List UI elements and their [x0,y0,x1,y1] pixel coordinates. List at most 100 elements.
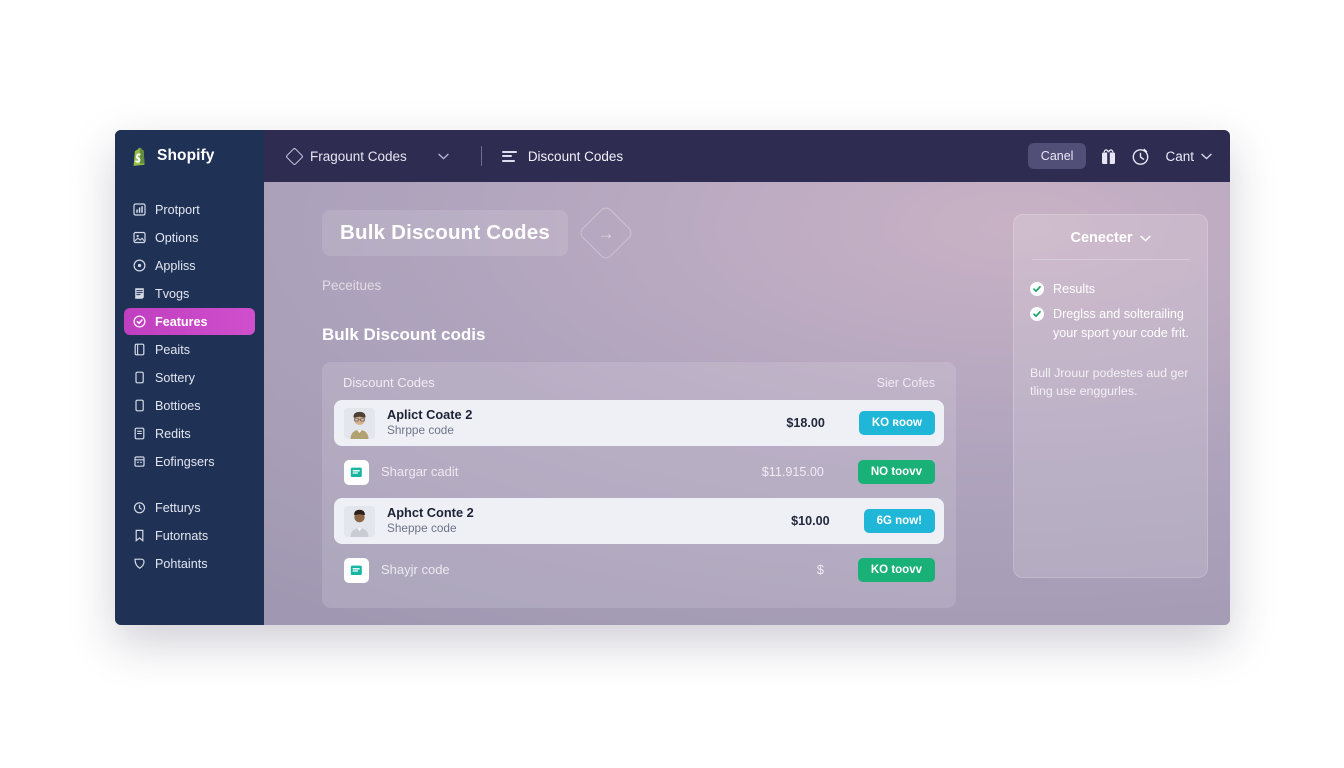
row-text: Shayjr code [381,562,817,578]
nav-divider [480,146,482,166]
sidebar: Protport Options Appliss Tvogs Features … [115,182,264,625]
list-lines-icon [501,150,517,162]
book-icon [133,343,146,356]
nav-fragount-codes-label: Fragount Codes [310,148,407,164]
connector-panel: Cenecter Results Dreglss and solterailin… [1013,214,1208,578]
sidebar-item-redits[interactable]: Redits [124,420,255,447]
gift-bag-icon[interactable] [1101,148,1116,165]
check-circle-icon [1030,307,1044,322]
sidebar-item-label: Tvogs [155,286,190,301]
sidebar-item-label: Features [155,314,208,329]
discount-codes-card: Discount Codes Sier Cofes Aplict Coate 2… [322,362,956,608]
page-title-pill: Bulk Discount Codes [322,210,568,256]
panel-divider [1032,259,1189,260]
sidebar-item-label: Bottioes [155,398,201,413]
sidebar-item-label: Pohtaints [155,556,208,571]
receipt-icon [133,287,146,300]
row-amount: $11.915.00 [761,465,824,479]
screenshot-stage: Shopify Fragount Codes Discount Codes Ca [0,0,1344,768]
card-header: Discount Codes Sier Cofes [334,372,944,400]
image-icon [133,231,146,244]
row-title: Shayjr code [381,561,450,577]
row-action-button[interactable]: KO toovv [857,558,935,582]
row-action-button[interactable]: NO toovv [857,460,935,484]
sidebar-item-features[interactable]: Features [124,308,255,335]
cancel-button[interactable]: Canel [1027,143,1087,169]
table-row[interactable]: Shayjr code $ KO toovv [334,547,944,593]
sidebar-item-label: Eofingsers [155,454,215,469]
check-label: Dreglss and solterailing your sport your… [1053,307,1189,340]
nav-discount-codes-label: Discount Codes [527,148,624,164]
diamond-icon [285,146,304,166]
main-right-column: Cenecter Results Dreglss and solterailin… [995,210,1230,625]
badge-icon [133,315,146,328]
top-bar-actions: Canel Cant [1027,143,1230,169]
table-row[interactable]: Aplict Coate 2 Shrppe code $18.00 KO ʀoo… [334,400,944,446]
chevron-down-icon[interactable] [1139,235,1151,242]
row-action-button[interactable]: KO ʀoow [858,411,935,435]
timer-icon[interactable] [1131,147,1150,166]
tag-icon [133,557,146,570]
top-navigation: Fragount Codes Discount Codes [264,130,1028,182]
row-amount: $18.00 [786,416,825,430]
row-title: Aphct Conte 2 [387,505,474,521]
cart-menu[interactable]: Cant [1165,149,1212,164]
clock-icon [133,501,146,514]
sidebar-item-label: Peaits [155,342,191,357]
nav-discount-codes[interactable]: Discount Codes [501,148,624,164]
calendar-icon [133,455,146,468]
page-title-row: Bulk Discount Codes → [322,204,995,262]
row-text: Aphct Conte 2 Sheppe code [387,505,791,537]
sidebar-item-peaits[interactable]: Peaits [124,336,255,363]
sidebar-item-label: Protport [155,202,200,217]
doc-icon [344,557,369,583]
sidebar-item-futornats[interactable]: Futornats [124,522,255,549]
arrow-glyph: → [597,223,615,243]
panel-header[interactable]: Cenecter [1030,230,1191,259]
sidebar-item-protport[interactable]: Protport [124,196,255,223]
row-subtitle: Shrppe code [387,423,454,438]
panel-paragraph: Bull Jrouur podestes aud ger tling use e… [1030,365,1189,399]
shopify-bag-icon [132,147,149,166]
sidebar-item-sottery[interactable]: Sottery [124,364,255,391]
top-bar: Shopify Fragount Codes Discount Codes Ca [115,130,1230,182]
card-header-title: Discount Codes [343,375,435,390]
sidebar-group-divider [124,476,255,493]
sidebar-item-fetturys[interactable]: Fetturys [124,494,255,521]
file-icon [133,399,146,412]
main-left-column: Bulk Discount Codes → Peceitues Bulk Dis… [264,204,995,625]
note-icon [133,427,146,440]
check-label: Results [1053,282,1095,296]
card-header-action[interactable]: Sier Cofes [877,376,935,390]
chevron-down-icon[interactable] [1201,153,1212,160]
row-action-button[interactable]: 6G now! [863,509,935,533]
avatar [344,407,375,439]
sidebar-item-eofingsers[interactable]: Eofingsers [124,448,255,475]
avatar [344,505,375,537]
sidebar-item-pohtaints[interactable]: Pohtaints [124,550,255,577]
sidebar-item-label: Options [155,230,199,245]
main-content: Bulk Discount Codes → Peceitues Bulk Dis… [264,182,1230,625]
chart-icon [133,203,146,216]
sidebar-item-label: Futornats [155,528,209,543]
row-amount: $10.00 [791,514,830,528]
row-text: Shargar cadit [381,464,762,480]
table-row[interactable]: Shargar cadit $11.915.00 NO toovv [334,449,944,495]
check-circle-icon [1030,282,1044,296]
sidebar-item-label: Fetturys [155,500,201,515]
arrow-right-diamond-icon[interactable]: → [577,204,635,262]
brand-logo[interactable]: Shopify [115,130,264,182]
bookmark-icon [133,529,146,542]
window-body: Protport Options Appliss Tvogs Features … [115,182,1230,625]
sidebar-item-bottioes[interactable]: Bottioes [124,392,255,419]
sidebar-item-options[interactable]: Options [124,224,255,251]
sidebar-item-label: Appliss [155,258,196,273]
target-icon [133,259,146,272]
chevron-down-icon[interactable] [438,153,449,160]
sidebar-item-tvogs[interactable]: Tvogs [124,280,255,307]
section-heading: Bulk Discount codis [322,325,486,344]
table-row[interactable]: Aphct Conte 2 Sheppe code $10.00 6G now! [334,498,944,544]
nav-fragount-codes[interactable]: Fragount Codes [285,146,449,166]
row-title: Shargar cadit [381,463,459,479]
sidebar-item-appliss[interactable]: Appliss [124,252,255,279]
